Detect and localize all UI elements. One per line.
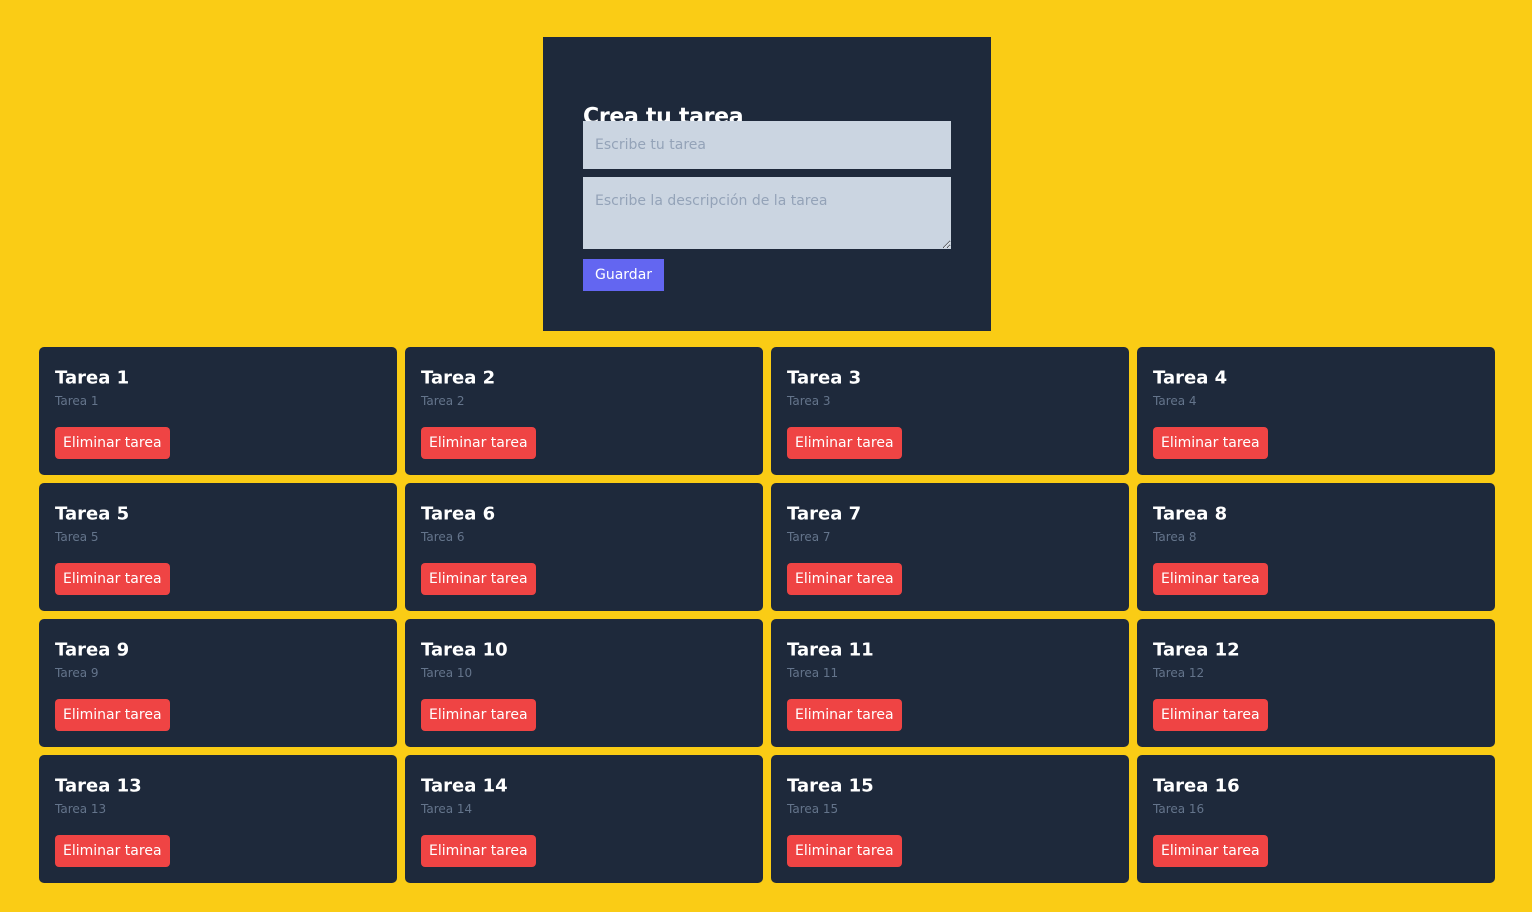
- task-card: Tarea 11 Tarea 11 Eliminar tarea: [771, 619, 1129, 747]
- task-card: Tarea 13 Tarea 13 Eliminar tarea: [39, 755, 397, 883]
- task-grid: Tarea 1 Tarea 1 Eliminar tarea Tarea 2 T…: [39, 347, 1495, 883]
- task-title: Tarea 10: [421, 639, 508, 661]
- task-description-textarea[interactable]: [583, 177, 951, 249]
- task-title: Tarea 1: [55, 367, 130, 389]
- task-description: Tarea 11: [787, 666, 839, 680]
- task-card: Tarea 8 Tarea 8 Eliminar tarea: [1137, 483, 1495, 611]
- task-title: Tarea 6: [421, 503, 496, 525]
- task-card: Tarea 9 Tarea 9 Eliminar tarea: [39, 619, 397, 747]
- delete-task-button[interactable]: Eliminar tarea: [1153, 835, 1268, 867]
- task-title: Tarea 8: [1153, 503, 1228, 525]
- task-card: Tarea 3 Tarea 3 Eliminar tarea: [771, 347, 1129, 475]
- task-title-input[interactable]: [583, 121, 951, 169]
- delete-task-button[interactable]: Eliminar tarea: [421, 699, 536, 731]
- task-description: Tarea 8: [1153, 530, 1197, 544]
- task-card: Tarea 1 Tarea 1 Eliminar tarea: [39, 347, 397, 475]
- task-title: Tarea 7: [787, 503, 862, 525]
- task-title: Tarea 2: [421, 367, 496, 389]
- task-card: Tarea 14 Tarea 14 Eliminar tarea: [405, 755, 763, 883]
- delete-task-button[interactable]: Eliminar tarea: [787, 563, 902, 595]
- task-description: Tarea 14: [421, 802, 473, 816]
- task-description: Tarea 12: [1153, 666, 1205, 680]
- delete-task-button[interactable]: Eliminar tarea: [55, 835, 170, 867]
- task-title: Tarea 3: [787, 367, 862, 389]
- task-description: Tarea 15: [787, 802, 839, 816]
- task-card: Tarea 2 Tarea 2 Eliminar tarea: [405, 347, 763, 475]
- task-description: Tarea 3: [787, 394, 831, 408]
- task-card: Tarea 7 Tarea 7 Eliminar tarea: [771, 483, 1129, 611]
- task-card: Tarea 15 Tarea 15 Eliminar tarea: [771, 755, 1129, 883]
- task-title: Tarea 13: [55, 775, 142, 797]
- delete-task-button[interactable]: Eliminar tarea: [421, 835, 536, 867]
- delete-task-button[interactable]: Eliminar tarea: [787, 699, 902, 731]
- task-title: Tarea 5: [55, 503, 130, 525]
- task-title: Tarea 9: [55, 639, 130, 661]
- task-description: Tarea 1: [55, 394, 99, 408]
- delete-task-button[interactable]: Eliminar tarea: [1153, 563, 1268, 595]
- delete-task-button[interactable]: Eliminar tarea: [787, 835, 902, 867]
- task-card: Tarea 5 Tarea 5 Eliminar tarea: [39, 483, 397, 611]
- task-title: Tarea 4: [1153, 367, 1228, 389]
- task-card: Tarea 12 Tarea 12 Eliminar tarea: [1137, 619, 1495, 747]
- task-description: Tarea 16: [1153, 802, 1205, 816]
- delete-task-button[interactable]: Eliminar tarea: [421, 427, 536, 459]
- task-card: Tarea 16 Tarea 16 Eliminar tarea: [1137, 755, 1495, 883]
- delete-task-button[interactable]: Eliminar tarea: [787, 427, 902, 459]
- task-title: Tarea 15: [787, 775, 874, 797]
- delete-task-button[interactable]: Eliminar tarea: [55, 699, 170, 731]
- task-description: Tarea 13: [55, 802, 107, 816]
- task-card: Tarea 6 Tarea 6 Eliminar tarea: [405, 483, 763, 611]
- task-form: Crea tu tarea Guardar: [543, 37, 991, 331]
- delete-task-button[interactable]: Eliminar tarea: [421, 563, 536, 595]
- task-title: Tarea 12: [1153, 639, 1240, 661]
- task-description: Tarea 2: [421, 394, 465, 408]
- task-description: Tarea 10: [421, 666, 473, 680]
- delete-task-button[interactable]: Eliminar tarea: [1153, 427, 1268, 459]
- delete-task-button[interactable]: Eliminar tarea: [55, 563, 170, 595]
- task-card: Tarea 4 Tarea 4 Eliminar tarea: [1137, 347, 1495, 475]
- task-description: Tarea 7: [787, 530, 831, 544]
- task-description: Tarea 6: [421, 530, 465, 544]
- delete-task-button[interactable]: Eliminar tarea: [1153, 699, 1268, 731]
- save-button[interactable]: Guardar: [583, 259, 665, 291]
- task-card: Tarea 10 Tarea 10 Eliminar tarea: [405, 619, 763, 747]
- delete-task-button[interactable]: Eliminar tarea: [55, 427, 170, 459]
- task-title: Tarea 11: [787, 639, 874, 661]
- task-title: Tarea 16: [1153, 775, 1240, 797]
- task-description: Tarea 4: [1153, 394, 1197, 408]
- task-description: Tarea 5: [55, 530, 99, 544]
- task-description: Tarea 9: [55, 666, 99, 680]
- task-title: Tarea 14: [421, 775, 508, 797]
